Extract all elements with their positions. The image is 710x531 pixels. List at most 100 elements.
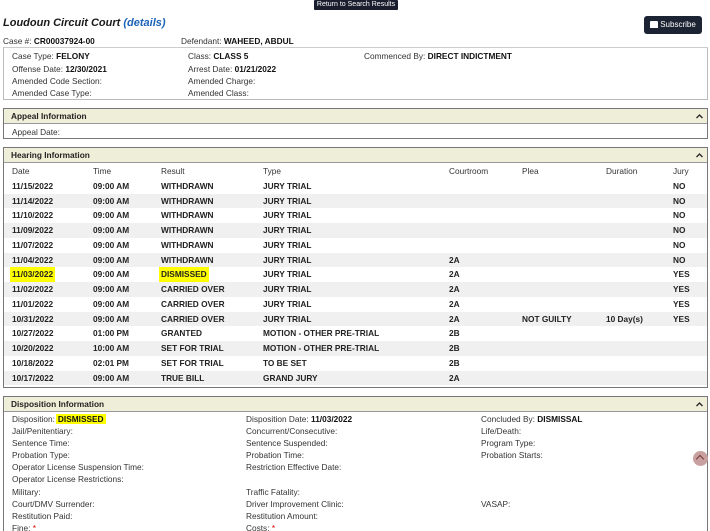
- cell-type: JURY TRIAL: [263, 195, 312, 206]
- case-number-field: Case #: CR00037924-00: [3, 36, 95, 46]
- cell-date: 10/17/2022: [12, 372, 54, 383]
- scroll-to-top-button[interactable]: [693, 451, 708, 466]
- case-number-label: Case #:: [3, 36, 32, 46]
- appeal-panel-title: Appeal Information: [11, 111, 87, 121]
- cell-courtroom: 2A: [449, 313, 460, 324]
- disposition-date-label: Disposition Date:: [246, 414, 309, 424]
- appeal-panel-header[interactable]: Appeal Information: [4, 109, 707, 124]
- amended-type-label: Amended Case Type:: [12, 88, 92, 98]
- amended-class-label: Amended Class:: [188, 88, 249, 98]
- column-header-time: Time: [93, 166, 112, 176]
- cell-time: 09:00 AM: [93, 180, 130, 191]
- cell-jury: NO: [673, 225, 686, 235]
- cell-time: 09:00 AM: [93, 195, 130, 206]
- restitution-amount-label: Restitution Amount:: [246, 511, 318, 521]
- disposition-date-field: Disposition Date: 11/03/2022: [246, 414, 352, 424]
- subscribe-label: Subscribe: [660, 20, 696, 29]
- disposition-panel-header[interactable]: Disposition Information: [4, 397, 707, 412]
- cell-date: 10/27/2022: [12, 328, 54, 339]
- cell-duration: 10 Day(s): [606, 313, 643, 324]
- table-row: 10/20/2022 10:00 AM SET FOR TRIAL MOTION - …: [4, 341, 707, 356]
- fine-label: Fine:: [12, 523, 31, 531]
- column-header-duration: Duration: [606, 166, 638, 176]
- driver-improvement-label: Driver Improvement Clinic:: [246, 499, 344, 509]
- probation-starts-label: Probation Starts:: [481, 450, 543, 460]
- hearing-panel: Hearing Information Date Time Result Type Co…: [3, 147, 708, 388]
- fine-required-mark: *: [32, 523, 36, 531]
- disposition-panel-title: Disposition Information: [11, 399, 105, 409]
- cell-type: JURY TRIAL: [263, 298, 312, 309]
- cell-type: MOTION - OTHER PRE-TRIAL: [263, 328, 380, 339]
- offense-date-label: Offense Date:: [12, 64, 64, 74]
- cell-date: 11/10/2022: [12, 210, 54, 221]
- cell-time: 10:00 AM: [93, 343, 130, 353]
- life-death-label: Life/Death:: [481, 426, 522, 436]
- appeal-date-label: Appeal Date:: [12, 127, 60, 137]
- cell-type: JURY TRIAL: [263, 313, 312, 324]
- concurrent-label: Concurrent/Consecutive:: [246, 426, 338, 436]
- cell-type: TO BE SET: [263, 357, 307, 368]
- hearing-panel-header[interactable]: Hearing Information: [4, 148, 707, 163]
- table-row: 10/27/2022 01:00 PM GRANTED MOTION - OTHER …: [4, 326, 707, 341]
- cell-time: 09:00 AM: [93, 298, 130, 309]
- cell-type: JURY TRIAL: [263, 269, 312, 280]
- traffic-fatality-label: Traffic Fatality:: [246, 487, 300, 497]
- appeal-panel: Appeal Information Appeal Date:: [3, 108, 708, 139]
- fine-field: Fine: *: [12, 523, 36, 531]
- case-type-value: FELONY: [56, 51, 90, 61]
- cell-courtroom: 2A: [449, 284, 460, 294]
- cell-date: 11/03/2022: [10, 267, 56, 282]
- cell-time: 02:01 PM: [93, 357, 129, 368]
- chevron-up-icon[interactable]: [696, 401, 703, 408]
- cell-jury: NO: [673, 180, 686, 191]
- class-value: CLASS 5: [213, 51, 249, 61]
- offense-date-value: 12/30/2021: [65, 64, 107, 74]
- case-type-label: Case Type:: [12, 51, 54, 61]
- cell-jury: NO: [673, 254, 686, 265]
- subscribe-button[interactable]: Subscribe: [644, 16, 702, 34]
- cell-courtroom: 2A: [449, 254, 460, 265]
- column-header-date: Date: [12, 166, 30, 176]
- disposition-date-value: 11/03/2022: [311, 414, 353, 424]
- cell-result: WITHDRAWN: [161, 195, 214, 206]
- details-link[interactable]: (details): [123, 17, 165, 29]
- cell-result: CARRIED OVER: [161, 284, 225, 294]
- table-row: 11/10/2022 09:00 AM WITHDRAWN JURY TRIAL NO: [4, 208, 707, 223]
- cell-jury: NO: [673, 210, 686, 221]
- cell-type: JURY TRIAL: [263, 210, 312, 221]
- table-row: 11/03/2022 09:00 AM DISMISSED JURY TRIAL 2A Y…: [4, 267, 707, 282]
- cell-date: 11/09/2022: [12, 225, 54, 235]
- column-header-result: Result: [161, 166, 185, 176]
- class-field: Class: CLASS 5: [188, 51, 248, 61]
- costs-field: Costs: *: [246, 523, 275, 531]
- case-details-box: [3, 47, 708, 100]
- case-type-field: Case Type: FELONY: [12, 51, 90, 61]
- costs-label: Costs:: [246, 523, 270, 531]
- page-title: Loudoun Circuit Court (details): [3, 17, 166, 29]
- cell-type: MOTION - OTHER PRE-TRIAL: [263, 343, 380, 353]
- cell-jury: NO: [673, 239, 686, 250]
- restitution-paid-label: Restitution Paid:: [12, 511, 73, 521]
- bell-icon: [650, 21, 659, 28]
- class-label: Class:: [188, 51, 212, 61]
- cell-result: GRANTED: [161, 328, 203, 339]
- cell-jury: NO: [673, 195, 686, 206]
- probation-type-label: Probation Type:: [12, 450, 70, 460]
- column-header-plea: Plea: [522, 166, 539, 176]
- cell-date: 11/02/2022: [12, 284, 54, 294]
- cell-date: 11/14/2022: [12, 195, 54, 206]
- cell-result: DISMISSED: [159, 267, 209, 282]
- chevron-up-icon[interactable]: [696, 113, 703, 120]
- chevron-up-icon[interactable]: [696, 152, 703, 159]
- cell-date: 10/31/2022: [12, 313, 54, 324]
- restriction-effective-label: Restriction Effective Date:: [246, 462, 342, 472]
- cell-time: 09:00 AM: [93, 225, 130, 235]
- cell-result: CARRIED OVER: [161, 298, 225, 309]
- cell-jury: YES: [673, 313, 690, 324]
- return-to-search-button[interactable]: Return to Search Results: [314, 0, 398, 10]
- cell-type: GRAND JURY: [263, 372, 318, 383]
- military-label: Military:: [12, 487, 41, 497]
- court-name: Loudoun Circuit Court: [3, 17, 121, 29]
- disposition-label: Disposition:: [12, 414, 55, 424]
- table-row: 11/04/2022 09:00 AM WITHDRAWN JURY TRIAL 2A N…: [4, 252, 707, 268]
